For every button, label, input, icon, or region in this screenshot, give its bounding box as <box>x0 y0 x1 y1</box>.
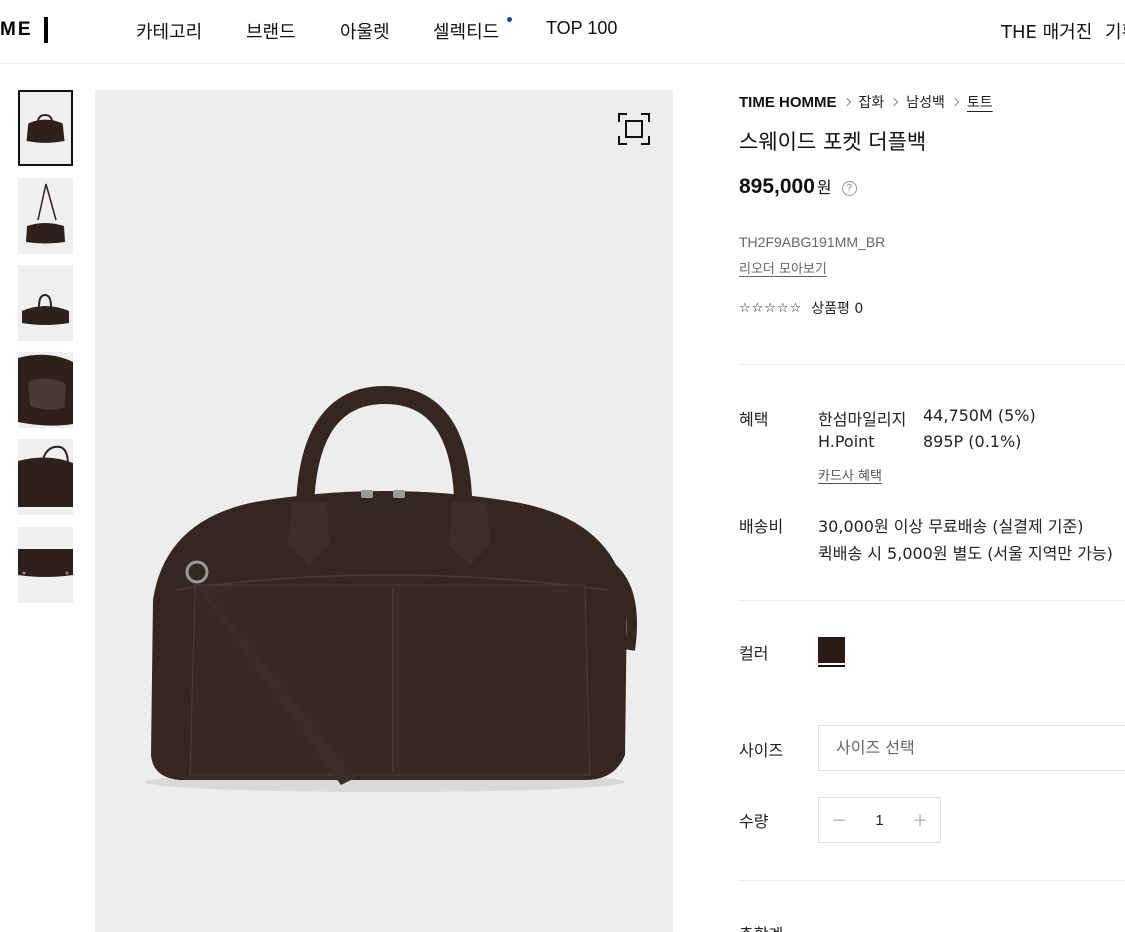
bag-thumb-bottom <box>18 527 73 603</box>
divider <box>739 880 1125 881</box>
thumbnail-3[interactable] <box>18 265 73 341</box>
nav-magazine[interactable]: THE 매거진 <box>1001 18 1092 44</box>
breadcrumb-category[interactable]: 잡화 <box>859 92 885 112</box>
benefit-name: H.Point <box>818 432 875 451</box>
nav-brand[interactable]: 브랜드 <box>246 18 296 44</box>
site-header: ME 카테고리 브랜드 아울렛 셀렉티드 TOP 100 THE 매거진 기획 <box>0 0 1125 64</box>
color-label: 컬러 <box>739 644 769 663</box>
product-title: 스웨이드 포켓 더플백 <box>739 130 927 154</box>
shipping-label: 배송비 <box>739 517 784 536</box>
quantity-label: 수량 <box>739 812 769 831</box>
quantity-stepper: − 1 + <box>818 797 941 843</box>
shipping-line: 30,000원 이상 무료배송 (실결제 기준) <box>818 517 1084 536</box>
breadcrumb-current[interactable]: 토트 <box>967 92 993 112</box>
price: 895,000 원 ? <box>739 174 857 199</box>
benefit-label: 혜택 <box>739 410 769 429</box>
thumbnail-2[interactable] <box>18 178 73 254</box>
nav-new-dot <box>507 17 512 22</box>
color-swatch-fill <box>818 637 845 663</box>
duffle-bag-illustration <box>145 385 637 792</box>
bag-thumb-side <box>18 265 73 341</box>
thumbnail-4[interactable] <box>18 352 73 428</box>
bag-thumb-strap <box>18 178 73 254</box>
rating[interactable]: ☆☆☆☆☆ 상품평 0 <box>739 298 863 318</box>
fullscreen-icon-graphic <box>618 113 650 145</box>
bag-thumb-interior <box>18 352 73 428</box>
color-swatch[interactable] <box>818 637 845 667</box>
breadcrumb: TIME HOMME 잡화 남성백 토트 <box>739 92 993 112</box>
total-label: 총합계 <box>739 921 783 932</box>
breadcrumb-subcategory[interactable]: 남성백 <box>906 92 945 112</box>
logo-bar <box>44 17 48 43</box>
site-logo[interactable]: ME <box>0 19 33 41</box>
reorder-link[interactable]: 리오더 모아보기 <box>739 258 827 277</box>
color-swatch-selected-indicator <box>818 665 845 667</box>
plus-icon[interactable]: + <box>900 798 940 842</box>
chevron-right-icon <box>842 97 851 107</box>
nav-outlet[interactable]: 아울렛 <box>340 18 390 44</box>
card-benefit-link[interactable]: 카드사 혜택 <box>818 465 882 484</box>
review-count[interactable]: 상품평 0 <box>811 298 863 318</box>
nav-selected[interactable]: 셀렉티드 <box>433 18 499 44</box>
fullscreen-icon[interactable] <box>617 112 651 146</box>
star-rating-icon: ☆☆☆☆☆ <box>739 300 803 316</box>
divider <box>739 600 1125 601</box>
size-label: 사이즈 <box>739 741 784 760</box>
thumbnail-5[interactable] <box>18 439 73 515</box>
price-unit: 원 <box>816 178 832 197</box>
price-value: 895,000 <box>739 175 815 198</box>
nav-top100[interactable]: TOP 100 <box>546 18 617 39</box>
benefit-value: 895P (0.1%) <box>923 432 1022 451</box>
thumbnail-1[interactable] <box>18 90 73 166</box>
bag-thumb-front <box>20 92 71 164</box>
size-select[interactable]: 사이즈 선택 <box>818 725 1125 771</box>
chevron-right-icon <box>950 97 960 107</box>
thumbnail-6[interactable] <box>18 527 73 603</box>
nav-category[interactable]: 카테고리 <box>136 18 202 44</box>
divider <box>739 364 1125 365</box>
product-sku: TH2F9ABG191MM_BR <box>739 234 886 250</box>
quantity-value: 1 <box>875 811 884 829</box>
breadcrumb-brand[interactable]: TIME HOMME <box>739 94 837 111</box>
benefit-name: 한섬마일리지 <box>818 410 907 429</box>
main-product-image[interactable] <box>95 90 673 932</box>
help-icon[interactable]: ? <box>841 181 857 196</box>
bag-thumb-closeup <box>18 439 73 515</box>
shipping-line: 퀵배송 시 5,000원 별도 (서울 지역만 가능) <box>818 544 1113 563</box>
benefit-value: 44,750M (5%) <box>923 406 1036 425</box>
chevron-right-icon <box>890 97 899 107</box>
minus-icon[interactable]: − <box>819 798 859 842</box>
nav-special[interactable]: 기획 <box>1105 18 1125 44</box>
